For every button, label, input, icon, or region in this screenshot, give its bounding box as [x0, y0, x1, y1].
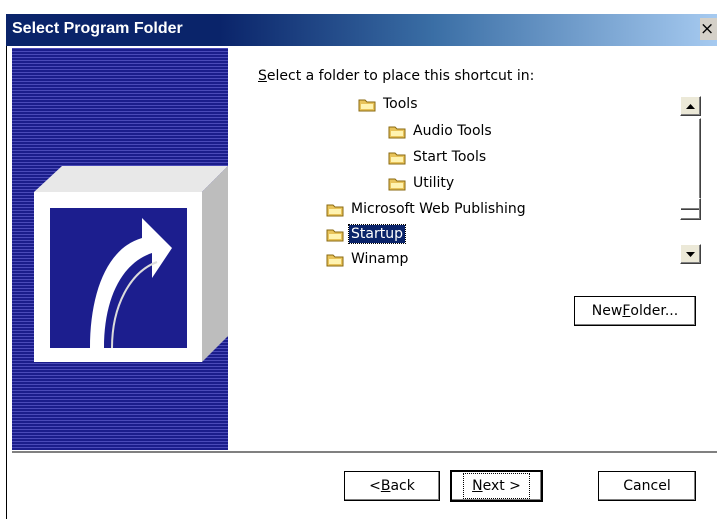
- folder-icon: [388, 152, 406, 164]
- tree-item-startup[interactable]: Startup: [326, 224, 406, 244]
- cancel-button[interactable]: Cancel: [598, 471, 696, 501]
- wizard-banner-image: [12, 48, 228, 450]
- folder-prompt-label: Select a folder to place this shortcut i…: [258, 68, 535, 84]
- tree-item-audio-tools[interactable]: Audio Tools: [388, 121, 494, 141]
- folder-icon: [326, 204, 344, 216]
- folder-icon: [388, 178, 406, 190]
- close-button[interactable]: ×: [700, 18, 717, 40]
- tree-item-winamp[interactable]: Winamp: [326, 249, 410, 268]
- scroll-up-button[interactable]: [680, 96, 701, 116]
- folder-tree[interactable]: Tools Audio Tools Start Tools Utility Mi…: [258, 90, 710, 268]
- scrollbar-track[interactable]: [680, 118, 701, 210]
- tree-item-microsoft-web-publishing[interactable]: Microsoft Web Publishing: [326, 199, 528, 219]
- button-separator: [12, 451, 717, 454]
- next-button[interactable]: Next >: [450, 470, 543, 502]
- tree-item-start-tools[interactable]: Start Tools: [388, 147, 488, 167]
- scroll-down-button[interactable]: [680, 244, 701, 264]
- arrow-up-icon: [686, 103, 695, 109]
- window-title: Select Program Folder: [12, 20, 183, 37]
- scrollbar-thumb[interactable]: [680, 198, 701, 220]
- folder-icon: [326, 229, 344, 241]
- folder-icon: [358, 99, 376, 111]
- tree-item-utility[interactable]: Utility: [388, 173, 456, 193]
- tree-item-tools[interactable]: Tools: [358, 94, 420, 114]
- folder-icon: [326, 254, 344, 266]
- close-icon: ×: [700, 19, 715, 39]
- shortcut-arrow-icon: [34, 166, 228, 362]
- title-bar[interactable]: Select Program Folder: [6, 14, 717, 46]
- folder-icon: [388, 126, 406, 138]
- new-folder-button[interactable]: New Folder...: [574, 296, 696, 326]
- back-button[interactable]: < Back: [344, 471, 440, 501]
- arrow-down-icon: [686, 251, 695, 257]
